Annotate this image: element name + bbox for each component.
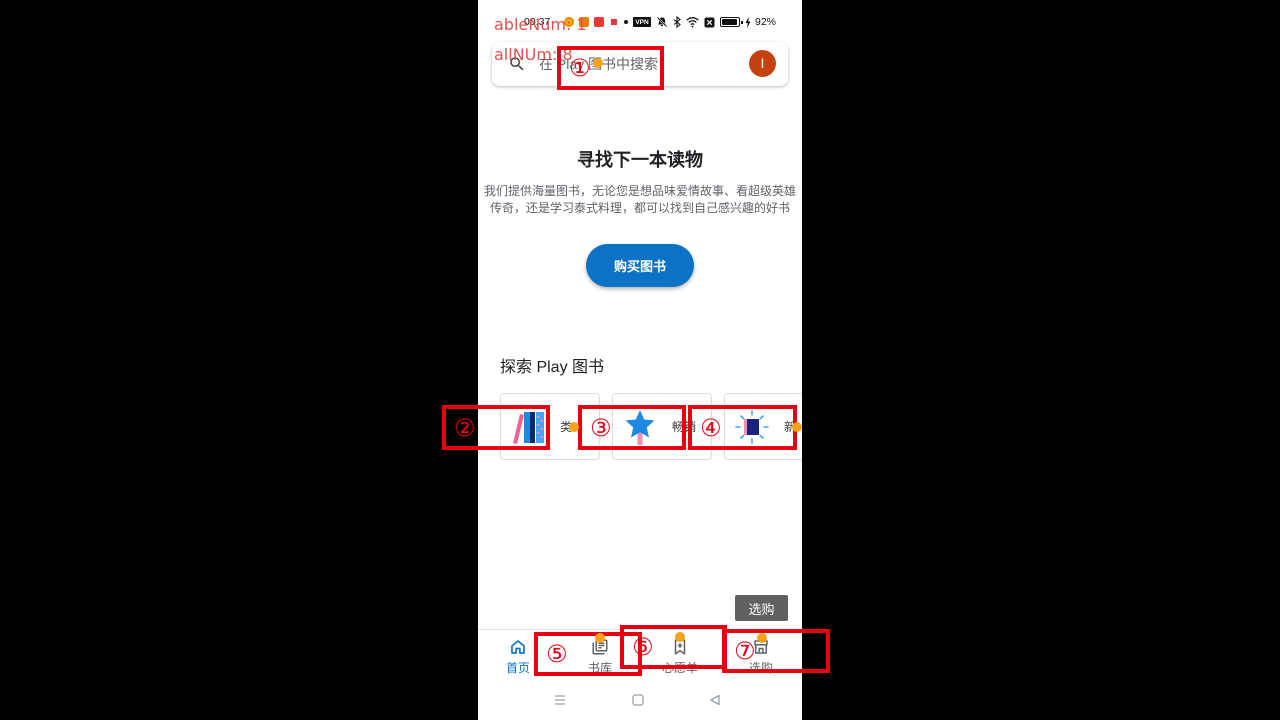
- system-nav-bar: [478, 690, 802, 710]
- explore-title: 探索 Play 图书: [500, 359, 605, 376]
- mark-label: ⑥: [632, 633, 654, 661]
- page-title: 寻找下一本读物: [577, 150, 703, 170]
- avatar[interactable]: I: [749, 50, 776, 77]
- back-icon[interactable]: [708, 693, 722, 707]
- battery-icon: [720, 17, 743, 27]
- mark-box: ⑥: [620, 625, 727, 669]
- mark-dot: [792, 422, 802, 432]
- hero-description: 我们提供海量图书，无论您是想品味爱情故事、看超级英雄传奇，还是学习泰式料理，都可…: [483, 184, 796, 215]
- home-icon: [511, 640, 525, 654]
- bluetooth-icon: [673, 16, 681, 28]
- mark-dot: [593, 58, 603, 68]
- mark-box: ⑦: [722, 629, 830, 673]
- mark-label: ③: [590, 413, 612, 442]
- mark-label: ⑤: [546, 640, 568, 668]
- wifi-icon: [686, 17, 699, 28]
- mark-label: ④: [700, 413, 722, 442]
- vpn-badge: VPN: [633, 17, 651, 27]
- buy-books-button[interactable]: 购买图书: [586, 244, 694, 287]
- overlay-able-count: ableNum: 1: [494, 15, 587, 34]
- dot-icon: [624, 20, 628, 24]
- home-square-icon[interactable]: [631, 693, 645, 707]
- mark-box: ①: [557, 46, 664, 90]
- mark-dot: [595, 633, 605, 643]
- status-icons: VPN 92%: [564, 16, 776, 28]
- mark-box: ③: [578, 405, 686, 450]
- app-notification-icon: [594, 17, 604, 27]
- battery-percent: 92%: [755, 16, 777, 28]
- shop-tooltip: 选购: [735, 595, 788, 621]
- mark-box: ④: [688, 405, 797, 450]
- app-notification-icon: [609, 17, 619, 27]
- charging-icon: [745, 16, 751, 28]
- alarm-box-icon: [704, 17, 715, 27]
- mark-label: ⑦: [734, 637, 756, 665]
- mark-label: ①: [569, 54, 591, 82]
- mark-box: ②: [442, 405, 550, 450]
- mark-dot: [569, 422, 579, 432]
- mark-dot: [675, 632, 685, 642]
- recents-icon[interactable]: [553, 693, 567, 707]
- mark-dot: [757, 633, 767, 643]
- mark-label: ②: [454, 413, 476, 442]
- phone-screen: 00:37 VPN 92% 在 Play 图书中搜索 I 寻找下一本读物 我们提…: [478, 0, 802, 720]
- mute-icon: [656, 16, 668, 28]
